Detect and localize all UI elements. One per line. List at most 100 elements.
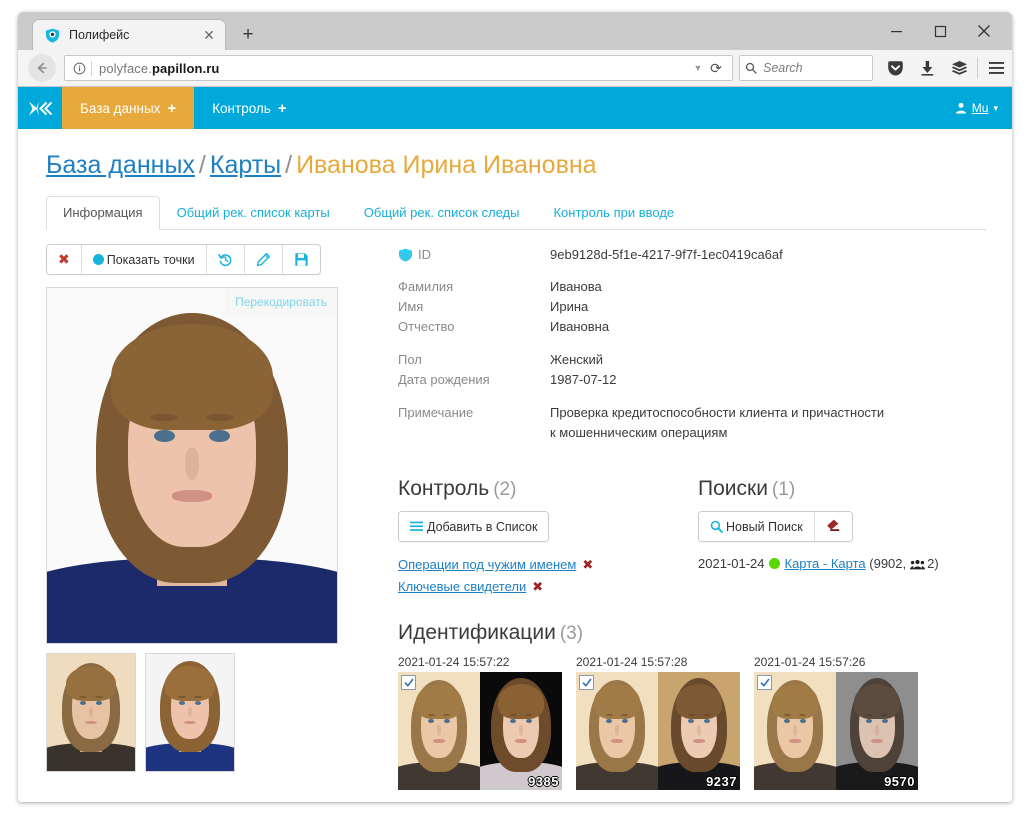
maximize-icon[interactable] (918, 12, 962, 50)
url-prefix: polyface. (99, 60, 152, 76)
history-button[interactable] (206, 245, 245, 274)
library-icon[interactable] (943, 53, 975, 83)
details-column: ID 9eb9128d-5f1e-4217-9f7f-1ec0419ca6af … (376, 244, 984, 790)
url-domain: papillon.ru (151, 60, 220, 76)
identification-checkbox[interactable] (757, 675, 772, 690)
info-value-note: Проверка кредитоспособности клиента и пр… (550, 403, 884, 443)
remove-icon[interactable]: ✖ (582, 557, 593, 572)
close-window-icon[interactable] (962, 12, 1006, 50)
info-icon[interactable] (69, 58, 89, 78)
identification-match-image: 9385 (480, 672, 562, 790)
remove-icon[interactable]: ✖ (532, 579, 543, 594)
searches-title: Поиски (698, 477, 768, 500)
main-photo[interactable]: Перекодировать (46, 287, 338, 644)
download-icon[interactable] (911, 53, 943, 83)
photo-toolbar: ✖ Показать точки (46, 244, 321, 275)
info-row-id: ID 9eb9128d-5f1e-4217-9f7f-1ec0419ca6af (398, 244, 984, 266)
plus-icon: + (277, 99, 287, 117)
info-value: Иванова (550, 279, 602, 294)
recode-button[interactable]: Перекодировать (225, 288, 337, 316)
info-table: ID 9eb9128d-5f1e-4217-9f7f-1ec0419ca6af … (398, 244, 984, 443)
identification-card[interactable]: 2021-01-24 15:57:26 9570 (754, 655, 918, 790)
url-text: polyface.papillon.ru (99, 61, 690, 76)
portrait-image (47, 654, 135, 771)
identification-checkbox[interactable] (401, 675, 416, 690)
chevron-down-icon[interactable]: ▼ (690, 63, 706, 73)
photo-thumbnail[interactable] (46, 653, 136, 772)
save-button[interactable] (282, 245, 320, 274)
close-icon[interactable]: ✕ (201, 27, 217, 43)
history-icon (217, 252, 233, 267)
info-row-patronymic: Отчество Ивановна (398, 317, 984, 337)
info-value: 1987-07-12 (550, 372, 617, 387)
tab-control-on-input[interactable]: Контроль при вводе (536, 196, 691, 230)
control-item-link[interactable]: Ключевые свидетели (398, 579, 526, 594)
control-item-link[interactable]: Операции под чужим именем (398, 557, 576, 572)
screenshot-root: Полифейс ✕ + polyface.papillon.ru ▼ ⟳ Se… (0, 0, 1030, 817)
polyface-logo-icon[interactable] (18, 87, 62, 129)
search-result-link[interactable]: Карта - Карта (785, 556, 866, 571)
user-menu[interactable]: Mu ▾ (955, 87, 998, 129)
identification-image-pair: 9570 (754, 672, 918, 790)
plus-icon: + (167, 99, 177, 117)
identification-card[interactable]: 2021-01-24 15:57:28 9237 (576, 655, 740, 790)
delete-button[interactable]: ✖ (47, 245, 82, 274)
identification-checkbox[interactable] (579, 675, 594, 690)
info-value-id: 9eb9128d-5f1e-4217-9f7f-1ec0419ca6af (550, 247, 783, 262)
control-search-sections: Контроль (2) Добавить в Список Операции … (398, 477, 984, 597)
breadcrumb-root[interactable]: База данных (46, 151, 195, 179)
address-bar[interactable]: polyface.papillon.ru ▼ ⟳ (64, 55, 733, 81)
navitem-control[interactable]: Контроль + (194, 87, 304, 129)
identifications-heading: Идентификации (3) (398, 621, 984, 645)
browser-tab[interactable]: Полифейс ✕ (32, 19, 226, 50)
edit-button[interactable] (244, 245, 283, 274)
tab-bar: Информация Общий рек. список карты Общий… (46, 194, 986, 230)
photo-column: ✖ Показать точки Перекодировать (46, 244, 376, 790)
navitem-database[interactable]: База данных + (62, 87, 195, 129)
identification-timestamp: 2021-01-24 15:57:26 (754, 655, 866, 669)
portrait-image (146, 654, 234, 771)
identification-score: 9570 (884, 774, 915, 789)
info-value: Ивановна (550, 319, 610, 334)
content-columns: ✖ Показать точки Перекодировать ID 9eb91… (40, 230, 990, 790)
minimize-icon[interactable] (874, 12, 918, 50)
search-result-date: 2021-01-24 (698, 556, 765, 571)
tab-card-list[interactable]: Общий рек. список карты (160, 196, 347, 230)
add-to-list-button[interactable]: Добавить в Список (399, 512, 549, 541)
note-line-1: Проверка кредитоспособности клиента и пр… (550, 405, 885, 420)
identification-cards: 2021-01-24 15:57:22 9385 2021-01-24 15:5… (398, 655, 984, 790)
info-row-firstname: Имя Ирина (398, 297, 984, 317)
searches-count: (1) (771, 479, 796, 500)
shield-icon (398, 248, 413, 262)
show-points-button[interactable]: Показать точки (81, 245, 207, 274)
searches-heading: Поиски (1) (698, 477, 984, 501)
identification-match-image: 9237 (658, 672, 740, 790)
control-title: Контроль (398, 477, 490, 500)
identification-score: 9385 (528, 774, 559, 789)
identification-image-pair: 9385 (398, 672, 562, 790)
menu-icon[interactable] (980, 53, 1012, 83)
pocket-icon[interactable] (879, 53, 911, 83)
chevron-down-icon: ▾ (993, 102, 998, 113)
search-input[interactable]: Search (739, 55, 873, 81)
clear-search-button[interactable] (814, 512, 852, 541)
tab-trace-list[interactable]: Общий рек. список следы (347, 196, 537, 230)
breadcrumb-current: Иванова Ирина Ивановна (296, 151, 597, 179)
info-label: Имя (398, 299, 424, 314)
status-dot-icon (768, 558, 780, 569)
search-result-row: 2021-01-24 Карта - Карта (9902, 2) (698, 556, 984, 573)
tab-information[interactable]: Информация (46, 196, 160, 230)
back-icon[interactable] (28, 54, 56, 82)
new-tab-button[interactable]: + (235, 22, 261, 48)
info-row-birthdate: Дата рождения 1987-07-12 (398, 370, 984, 390)
eraser-icon (826, 518, 841, 535)
reload-icon[interactable]: ⟳ (706, 60, 726, 77)
photo-thumbnail[interactable] (145, 653, 235, 772)
tab-strip: Полифейс ✕ + (32, 18, 261, 50)
identification-card[interactable]: 2021-01-24 15:57:22 9385 (398, 655, 562, 790)
breadcrumb-section[interactable]: Карты (210, 151, 281, 179)
search-button-group: Новый Поиск (698, 511, 853, 542)
browser-window: Полифейс ✕ + polyface.papillon.ru ▼ ⟳ Se… (18, 12, 1012, 802)
new-search-button[interactable]: Новый Поиск (699, 512, 815, 541)
search-result-code: 9902 (873, 556, 903, 571)
